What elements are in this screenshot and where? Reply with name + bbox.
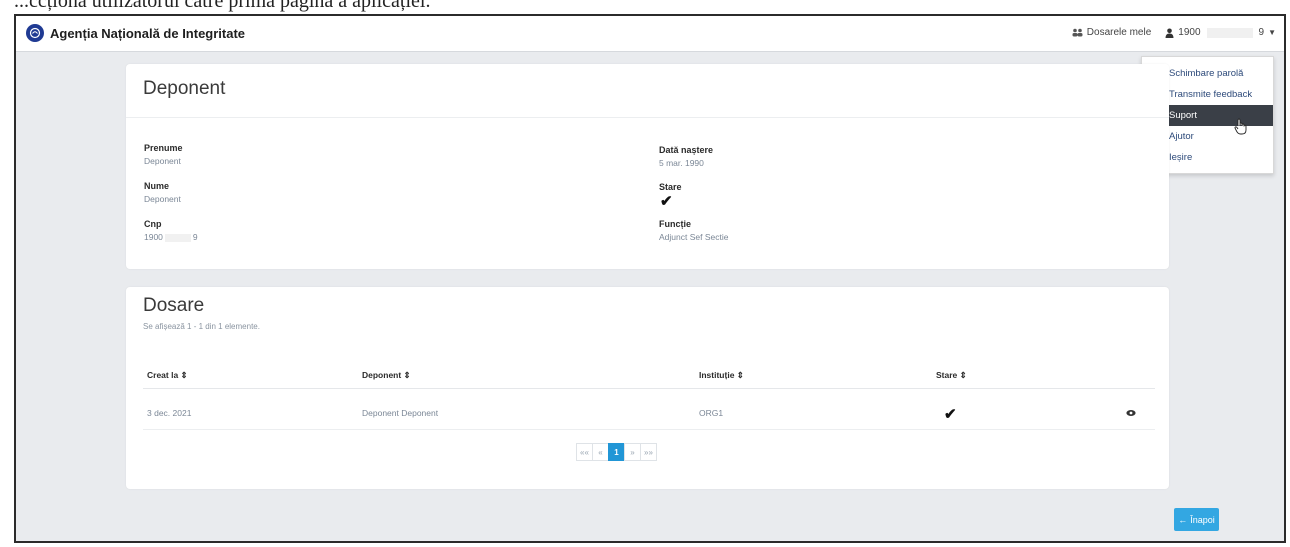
files-title: Dosare <box>143 295 205 316</box>
nav-right: Dosarele mele 1900 9 ▼ <box>1072 27 1276 38</box>
menu-item-label: Schimbare parolă <box>1169 68 1244 79</box>
function-value: Adjunct Sef Sectie <box>659 232 729 242</box>
menu-item-label: Transmite feedback <box>1169 89 1253 100</box>
birth-date-value: 5 mar. 1990 <box>659 158 704 168</box>
first-name-value: Deponent <box>144 156 181 166</box>
app-screen: Agenția Națională de Integritate Dosarel… <box>14 14 1286 543</box>
header-divider <box>143 388 1155 389</box>
function-label: Funcție <box>659 219 692 229</box>
column-header-depositor[interactable]: Deponent ⇕ <box>362 370 411 381</box>
depositor-profile-card: Deponent Prenume Deponent Nume Deponent … <box>126 64 1169 269</box>
my-files-label: Dosarele mele <box>1086 27 1152 38</box>
cnp-label: Cnp <box>144 219 162 229</box>
brand[interactable]: Agenția Națională de Integritate <box>26 24 245 42</box>
arrow-left-icon: ← <box>1178 514 1188 525</box>
column-header-created[interactable]: Creat la ⇕ <box>147 370 188 381</box>
last-name-label: Nume <box>144 181 170 191</box>
user-menu-toggle[interactable]: 1900 9 ▼ <box>1165 27 1276 38</box>
back-button[interactable]: ← Înapoi <box>1174 508 1219 531</box>
check-icon: ✔ <box>660 193 673 210</box>
last-page-button[interactable]: »» <box>640 443 657 461</box>
menu-item-label: Ieșire <box>1169 152 1193 163</box>
redacted-cnp <box>164 233 191 242</box>
check-icon: ✔ <box>944 406 957 423</box>
users-icon <box>1072 28 1083 37</box>
files-card: Dosare Se afișează 1 - 1 din 1 elemente.… <box>126 287 1169 489</box>
cnp-value: 1900 9 <box>144 232 198 242</box>
cnp-prefix: 1900 <box>144 232 163 242</box>
title-divider <box>126 117 1169 118</box>
first-page-button[interactable]: «« <box>576 443 593 461</box>
next-page-button[interactable]: » <box>624 443 641 461</box>
page-button-current[interactable]: 1 <box>608 443 625 461</box>
column-header-institution[interactable]: Instituție ⇕ <box>699 370 744 381</box>
pagination: «« « 1 » »» <box>576 443 657 461</box>
user-id-suffix: 9 <box>1258 27 1265 38</box>
top-navbar: Agenția Națională de Integritate Dosarel… <box>16 16 1284 52</box>
prev-page-button[interactable]: « <box>592 443 609 461</box>
cell-institution: ORG1 <box>699 408 724 418</box>
ani-logo-icon <box>26 24 44 42</box>
menu-item-label: Ajutor <box>1169 131 1194 142</box>
last-name-value: Deponent <box>144 194 181 204</box>
cnp-suffix: 9 <box>192 232 198 242</box>
brand-title: Agenția Națională de Integritate <box>50 25 246 41</box>
row-divider <box>143 429 1155 430</box>
status-label: Stare <box>659 182 682 192</box>
eye-icon[interactable] <box>1126 409 1136 417</box>
menu-item-label: Suport <box>1169 110 1197 121</box>
results-count: Se afișează 1 - 1 din 1 elemente. <box>143 322 260 331</box>
redacted-user-id <box>1206 27 1253 38</box>
back-button-label: Înapoi <box>1190 514 1215 525</box>
profile-title: Deponent <box>143 78 226 99</box>
document-caption: ...ccționă utilizatorul către prima pagi… <box>14 0 431 12</box>
hand-cursor-icon <box>1234 118 1247 135</box>
cell-depositor: Deponent Deponent <box>362 408 439 418</box>
caret-down-icon: ▼ <box>1268 28 1276 37</box>
column-header-status[interactable]: Stare ⇕ <box>936 370 967 381</box>
user-id-prefix: 1900 <box>1178 27 1201 38</box>
my-files-link[interactable]: Dosarele mele <box>1072 27 1151 38</box>
cell-created: 3 dec. 2021 <box>147 408 192 418</box>
first-name-label: Prenume <box>144 143 183 153</box>
user-icon <box>1165 28 1174 38</box>
birth-date-label: Dată naștere <box>659 145 714 155</box>
